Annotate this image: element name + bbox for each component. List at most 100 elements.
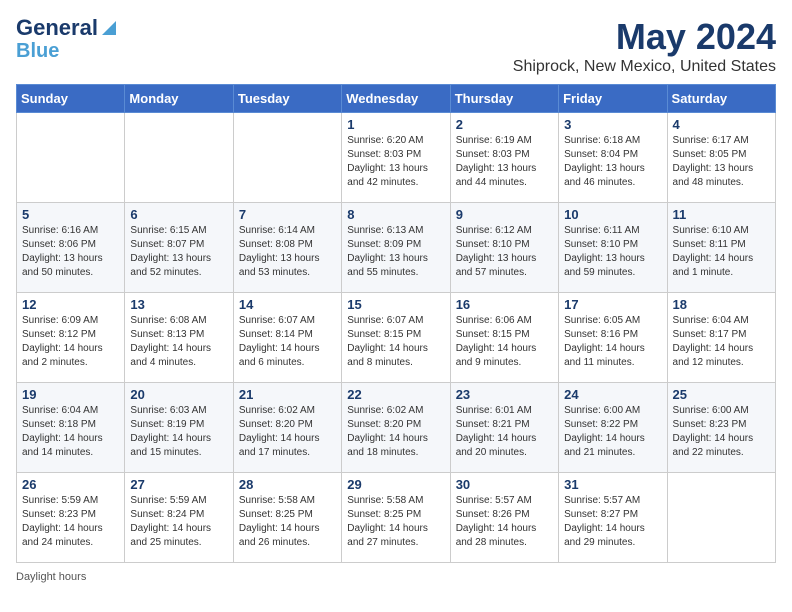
day-info: Sunrise: 6:08 AM Sunset: 8:13 PM Dayligh… [130,314,227,370]
calendar-day-cell [667,473,775,563]
day-number: 7 [239,207,336,222]
logo-text-blue: Blue [16,40,59,62]
day-number: 6 [130,207,227,222]
calendar-week-row: 1 Sunrise: 6:20 AM Sunset: 8:03 PM Daylig… [17,113,776,203]
calendar-day-cell: 12 Sunrise: 6:09 AM Sunset: 8:12 PM Dayli… [17,293,125,383]
day-info: Sunrise: 6:04 AM Sunset: 8:17 PM Dayligh… [673,314,770,370]
day-info: Sunrise: 6:09 AM Sunset: 8:12 PM Dayligh… [22,314,119,370]
day-number: 22 [347,387,444,402]
day-info: Sunrise: 6:00 AM Sunset: 8:23 PM Dayligh… [673,404,770,460]
calendar-day-cell [233,113,341,203]
day-number: 26 [22,477,119,492]
day-of-week-header: Thursday [450,85,558,113]
day-info: Sunrise: 6:03 AM Sunset: 8:19 PM Dayligh… [130,404,227,460]
calendar-day-cell: 1 Sunrise: 6:20 AM Sunset: 8:03 PM Daylig… [342,113,450,203]
calendar-day-cell: 23 Sunrise: 6:01 AM Sunset: 8:21 PM Dayli… [450,383,558,473]
day-info: Sunrise: 6:02 AM Sunset: 8:20 PM Dayligh… [239,404,336,460]
calendar-day-cell: 3Sunrise: 6:18 AM Sunset: 8:04 PM Daylig… [559,113,667,203]
day-info: Sunrise: 6:15 AM Sunset: 8:07 PM Dayligh… [130,224,227,280]
day-number: 19 [22,387,119,402]
day-info: Sunrise: 6:13 AM Sunset: 8:09 PM Dayligh… [347,224,444,280]
calendar-week-row: 12 Sunrise: 6:09 AM Sunset: 8:12 PM Dayli… [17,293,776,383]
day-number: 8 [347,207,444,222]
day-number: 28 [239,477,336,492]
day-number: 23 [456,387,553,402]
day-info: Sunrise: 6:16 AM Sunset: 8:06 PM Dayligh… [22,224,119,280]
day-number: 25 [673,387,770,402]
calendar-day-cell: 22Sunrise: 6:02 AM Sunset: 8:20 PM Dayli… [342,383,450,473]
day-info: Sunrise: 6:14 AM Sunset: 8:08 PM Dayligh… [239,224,336,280]
day-info: Sunrise: 6:06 AM Sunset: 8:15 PM Dayligh… [456,314,553,370]
day-info: Sunrise: 6:00 AM Sunset: 8:22 PM Dayligh… [564,404,661,460]
day-info: Sunrise: 6:20 AM Sunset: 8:03 PM Dayligh… [347,134,444,190]
calendar-day-cell: 8 Sunrise: 6:13 AM Sunset: 8:09 PM Daylig… [342,203,450,293]
calendar-week-row: 5 Sunrise: 6:16 AM Sunset: 8:06 PM Daylig… [17,203,776,293]
calendar-day-cell: 11Sunrise: 6:10 AM Sunset: 8:11 PM Dayli… [667,203,775,293]
month-title: May 2024 [513,16,776,58]
calendar-day-cell: 4Sunrise: 6:17 AM Sunset: 8:05 PM Daylig… [667,113,775,203]
calendar-week-row: 19 Sunrise: 6:04 AM Sunset: 8:18 PM Dayli… [17,383,776,473]
day-number: 16 [456,297,553,312]
calendar-day-cell [17,113,125,203]
day-info: Sunrise: 5:58 AM Sunset: 8:25 PM Dayligh… [347,494,444,550]
footer: Daylight hours [16,571,776,583]
daylight-hours-label: Daylight hours [16,571,86,583]
calendar-day-cell: 15Sunrise: 6:07 AM Sunset: 8:15 PM Dayli… [342,293,450,383]
day-number: 2 [456,117,553,132]
calendar-day-cell: 31Sunrise: 5:57 AM Sunset: 8:27 PM Dayli… [559,473,667,563]
calendar-day-cell [125,113,233,203]
calendar-day-cell: 24 Sunrise: 6:00 AM Sunset: 8:22 PM Dayli… [559,383,667,473]
day-info: Sunrise: 6:05 AM Sunset: 8:16 PM Dayligh… [564,314,661,370]
day-info: Sunrise: 6:19 AM Sunset: 8:03 PM Dayligh… [456,134,553,190]
day-number: 20 [130,387,227,402]
calendar-day-cell: 29Sunrise: 5:58 AM Sunset: 8:25 PM Dayli… [342,473,450,563]
day-number: 27 [130,477,227,492]
day-number: 30 [456,477,553,492]
title-block: May 2024 Shiprock, New Mexico, United St… [513,16,776,76]
day-of-week-header: Tuesday [233,85,341,113]
calendar-day-cell: 30 Sunrise: 5:57 AM Sunset: 8:26 PM Dayli… [450,473,558,563]
calendar-day-cell: 26 Sunrise: 5:59 AM Sunset: 8:23 PM Dayli… [17,473,125,563]
day-info: Sunrise: 6:01 AM Sunset: 8:21 PM Dayligh… [456,404,553,460]
day-of-week-header: Monday [125,85,233,113]
calendar-day-cell: 25 Sunrise: 6:00 AM Sunset: 8:23 PM Dayli… [667,383,775,473]
day-info: Sunrise: 5:57 AM Sunset: 8:26 PM Dayligh… [456,494,553,550]
page-header: General Blue May 2024 Shiprock, New Mexi… [16,16,776,76]
day-info: Sunrise: 6:07 AM Sunset: 8:14 PM Dayligh… [239,314,336,370]
calendar-day-cell: 28Sunrise: 5:58 AM Sunset: 8:25 PM Dayli… [233,473,341,563]
day-number: 4 [673,117,770,132]
calendar-day-cell: 14 Sunrise: 6:07 AM Sunset: 8:14 PM Dayli… [233,293,341,383]
calendar-day-cell: 7 Sunrise: 6:14 AM Sunset: 8:08 PM Daylig… [233,203,341,293]
day-of-week-header: Saturday [667,85,775,113]
day-number: 12 [22,297,119,312]
day-number: 13 [130,297,227,312]
calendar-day-cell: 17 Sunrise: 6:05 AM Sunset: 8:16 PM Dayli… [559,293,667,383]
calendar-table: SundayMondayTuesdayWednesdayThursdayFrid… [16,84,776,563]
day-info: Sunrise: 6:07 AM Sunset: 8:15 PM Dayligh… [347,314,444,370]
day-number: 11 [673,207,770,222]
logo-text-general: General [16,16,98,40]
calendar-day-cell: 10 Sunrise: 6:11 AM Sunset: 8:10 PM Dayli… [559,203,667,293]
day-number: 9 [456,207,553,222]
day-info: Sunrise: 5:59 AM Sunset: 8:23 PM Dayligh… [22,494,119,550]
calendar-day-cell: 16 Sunrise: 6:06 AM Sunset: 8:15 PM Dayli… [450,293,558,383]
calendar-day-cell: 6 Sunrise: 6:15 AM Sunset: 8:07 PM Daylig… [125,203,233,293]
day-of-week-header: Wednesday [342,85,450,113]
calendar-day-cell: 19 Sunrise: 6:04 AM Sunset: 8:18 PM Dayli… [17,383,125,473]
day-info: Sunrise: 6:11 AM Sunset: 8:10 PM Dayligh… [564,224,661,280]
calendar-header-row: SundayMondayTuesdayWednesdayThursdayFrid… [17,85,776,113]
day-number: 18 [673,297,770,312]
day-number: 1 [347,117,444,132]
day-number: 17 [564,297,661,312]
day-number: 14 [239,297,336,312]
calendar-week-row: 26 Sunrise: 5:59 AM Sunset: 8:23 PM Dayli… [17,473,776,563]
day-number: 21 [239,387,336,402]
day-info: Sunrise: 5:59 AM Sunset: 8:24 PM Dayligh… [130,494,227,550]
calendar-day-cell: 9Sunrise: 6:12 AM Sunset: 8:10 PM Daylig… [450,203,558,293]
day-number: 10 [564,207,661,222]
day-number: 31 [564,477,661,492]
day-info: Sunrise: 6:04 AM Sunset: 8:18 PM Dayligh… [22,404,119,460]
day-number: 5 [22,207,119,222]
day-number: 24 [564,387,661,402]
calendar-day-cell: 20 Sunrise: 6:03 AM Sunset: 8:19 PM Dayli… [125,383,233,473]
